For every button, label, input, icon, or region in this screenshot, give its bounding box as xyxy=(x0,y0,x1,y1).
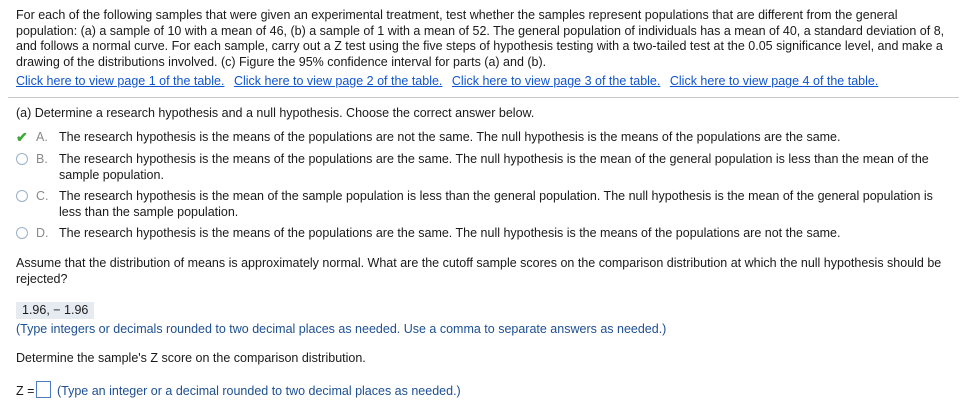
zscore-question: Determine the sample's Z score on the co… xyxy=(16,351,366,365)
part-a-prompt: (a) Determine a research hypothesis and … xyxy=(16,106,535,120)
choice-text: The research hypothesis is the mean of t… xyxy=(59,189,933,219)
choice-letter: C. xyxy=(36,189,49,203)
table-link-page-3[interactable]: Click here to view page 3 of the table. xyxy=(452,74,660,88)
cutoff-question: Assume that the distribution of means is… xyxy=(16,256,942,286)
radio-button-icon[interactable] xyxy=(16,190,28,202)
radio-button-icon[interactable] xyxy=(16,153,28,165)
table-link-page-1[interactable]: Click here to view page 1 of the table. xyxy=(16,74,224,88)
table-link-page-2[interactable]: Click here to view page 2 of the table. xyxy=(234,74,442,88)
choice-a[interactable]: ✔ A. The research hypothesis is the mean… xyxy=(16,130,956,146)
z-label: Z = xyxy=(16,384,35,398)
table-link-page-4[interactable]: Click here to view page 4 of the table. xyxy=(670,74,878,88)
table-links: Click here to view page 1 of the table. … xyxy=(16,74,884,88)
choice-text: The research hypothesis is the means of … xyxy=(59,226,841,240)
choice-letter: D. xyxy=(36,226,49,240)
choice-letter: A. xyxy=(36,130,48,144)
choice-text: The research hypothesis is the means of … xyxy=(59,130,841,144)
cutoff-answer[interactable]: 1.96, − 1.96 xyxy=(16,302,95,319)
cutoff-hint: (Type integers or decimals rounded to tw… xyxy=(16,322,667,336)
z-score-input[interactable] xyxy=(36,381,51,398)
choice-d[interactable]: D. The research hypothesis is the means … xyxy=(16,226,956,242)
radio-button-icon[interactable] xyxy=(16,227,28,239)
problem-statement: For each of the following samples that w… xyxy=(16,8,945,69)
choice-c[interactable]: C. The research hypothesis is the mean o… xyxy=(16,189,956,220)
choice-b[interactable]: B. The research hypothesis is the means … xyxy=(16,152,956,183)
choice-text: The research hypothesis is the means of … xyxy=(59,152,929,182)
section-divider xyxy=(8,97,959,98)
checkmark-icon: ✔ xyxy=(16,129,28,145)
choice-letter: B. xyxy=(36,152,48,166)
zscore-hint: (Type an integer or a decimal rounded to… xyxy=(57,384,461,398)
